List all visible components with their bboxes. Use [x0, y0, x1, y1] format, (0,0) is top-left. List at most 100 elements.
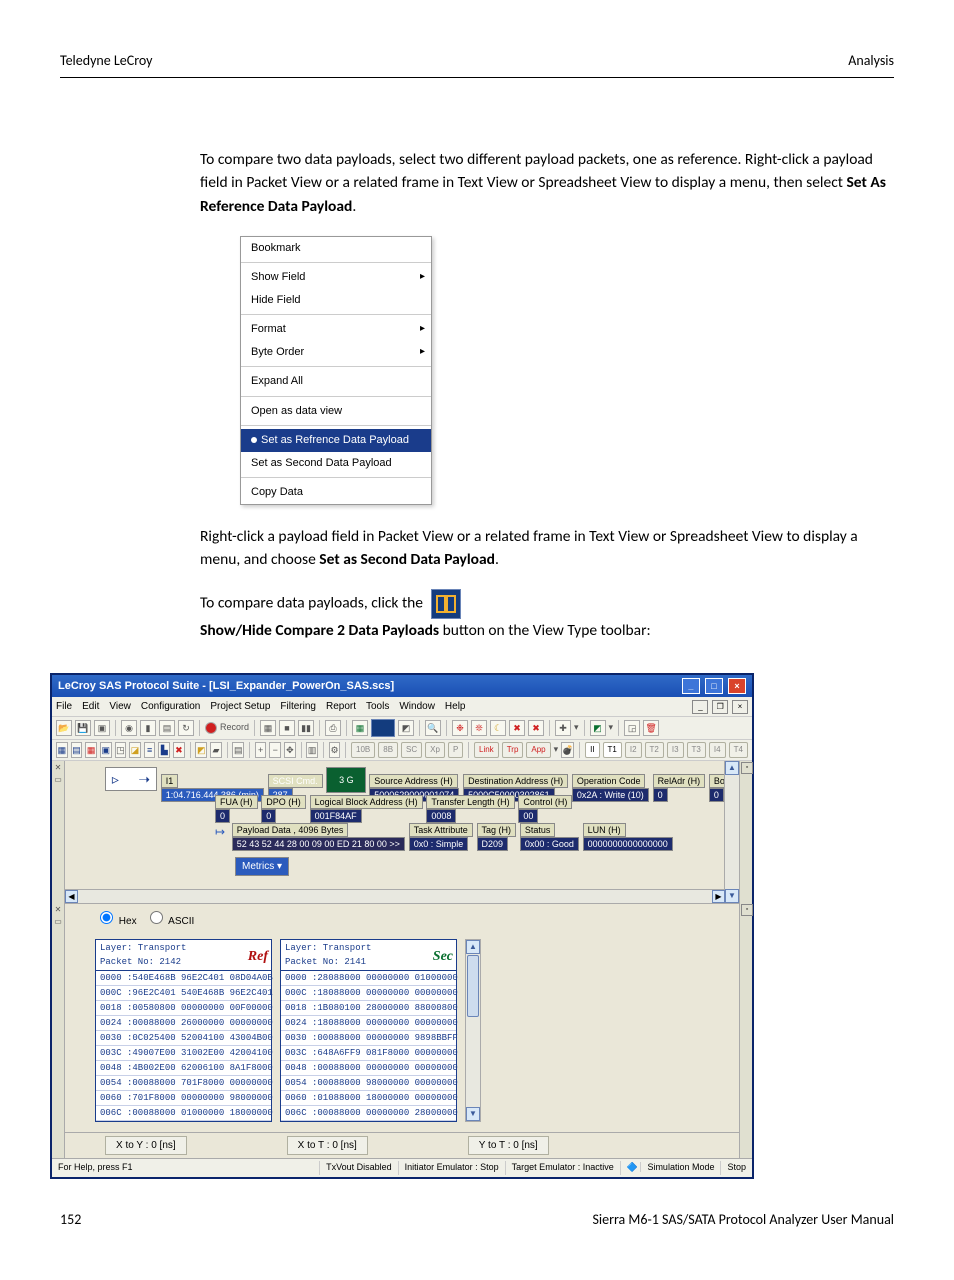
pause-icon[interactable]: ▮▮ [298, 720, 314, 736]
record-dot-icon[interactable] [205, 722, 217, 734]
tb2-j-icon[interactable]: ◩ [195, 742, 207, 758]
ctx-copy-data[interactable]: Copy Data [241, 481, 431, 504]
save-icon[interactable]: 💾 [75, 720, 91, 736]
pill-10b[interactable]: 10B [351, 742, 375, 758]
tb2-f-icon[interactable]: ◪ [129, 742, 141, 758]
pill-xp[interactable]: Xp [425, 742, 445, 758]
ctx-expand-all[interactable]: Expand All [241, 370, 431, 393]
block-icon[interactable]: ▮ [140, 720, 156, 736]
canvas-scrollbar[interactable]: ▲ ▼ [724, 761, 739, 903]
print-icon[interactable]: ⎙ [325, 720, 341, 736]
menu-tools[interactable]: Tools [366, 699, 389, 714]
menu-project-setup[interactable]: Project Setup [210, 699, 270, 714]
move-icon[interactable]: ✥ [284, 742, 296, 758]
tb2-l-icon[interactable]: ▤ [232, 742, 244, 758]
ctx-open-data-view[interactable]: Open as data view [241, 400, 431, 423]
menu-file[interactable]: File [56, 699, 72, 714]
ctx-set-second[interactable]: Set as Second Data Payload [241, 452, 431, 475]
pill-p[interactable]: P [448, 742, 463, 758]
save-as-icon[interactable]: ▣ [94, 720, 110, 736]
pill-t1[interactable]: T1 [603, 742, 622, 758]
compare-payloads-icon[interactable] [431, 589, 461, 619]
pill-t3[interactable]: T3 [687, 742, 706, 758]
canvas-hscrollbar[interactable]: ◀ ▶ [65, 889, 725, 903]
target-icon[interactable]: ◉ [121, 720, 137, 736]
find-icon[interactable]: 🔍 [425, 720, 441, 736]
radio-hex[interactable]: Hex [95, 916, 137, 927]
pill-8b[interactable]: 8B [378, 742, 398, 758]
delete-icon[interactable]: 🗑 [643, 720, 659, 736]
pill-link[interactable]: Link [474, 742, 499, 758]
pill-t2[interactable]: T2 [645, 742, 664, 758]
ctx-format[interactable]: Format [241, 318, 431, 341]
open-icon[interactable]: 📂 [56, 720, 72, 736]
refresh-icon[interactable]: ↻ [178, 720, 194, 736]
ctx-byte-order[interactable]: Byte Order [241, 341, 431, 364]
packet-arrow[interactable]: ▹ ➝ [105, 767, 157, 791]
ctx-set-reference[interactable]: Set as Refrence Data Payload [241, 429, 431, 452]
payload-arrow-icon[interactable]: ↦ [215, 823, 229, 841]
pill-t4[interactable]: T4 [729, 742, 748, 758]
pill-i4[interactable]: I4 [709, 742, 726, 758]
ctx-bookmark[interactable]: Bookmark [241, 237, 431, 260]
mdi-close-button[interactable]: × [732, 700, 748, 714]
pane-handle-top[interactable]: ✕▭ [52, 761, 65, 903]
tb-d1-icon[interactable]: ❉ [452, 720, 468, 736]
settings-icon[interactable]: ⚙ [329, 742, 341, 758]
radio-ascii[interactable]: ASCII [145, 916, 194, 927]
tb-d2-icon[interactable]: ❊ [471, 720, 487, 736]
hscroll-left-icon[interactable]: ◀ [65, 890, 78, 903]
tb2-h-icon[interactable]: ▙ [158, 742, 170, 758]
menu-report[interactable]: Report [326, 699, 356, 714]
pill-trp[interactable]: Trp [502, 742, 524, 758]
pane-pin-icon-2[interactable]: ▫ [741, 904, 753, 916]
hex-scroll-up-icon[interactable]: ▲ [466, 940, 480, 954]
zoom-in-icon[interactable]: + [255, 742, 267, 758]
tb2-d-icon[interactable]: ▣ [100, 742, 112, 758]
tb2-b-icon[interactable]: ▤ [71, 742, 83, 758]
hex-scroll-down-icon[interactable]: ▼ [466, 1107, 480, 1121]
pill-sc[interactable]: SC [401, 742, 422, 758]
zoom-out-icon[interactable]: − [269, 742, 281, 758]
scroll-up-icon[interactable]: ▲ [725, 761, 739, 775]
ctx-show-field[interactable]: Show Field [241, 266, 431, 289]
pane-handle-bottom[interactable]: ✕▭ [52, 903, 65, 1158]
close-button[interactable]: × [728, 678, 746, 694]
menu-filtering[interactable]: Filtering [280, 699, 316, 714]
pill-app[interactable]: App [526, 742, 550, 758]
tb2-m-icon[interactable]: ▥ [306, 742, 318, 758]
tb-a-icon[interactable]: ▦ [260, 720, 276, 736]
menu-help[interactable]: Help [445, 699, 466, 714]
tb2-i-icon[interactable]: ✖ [173, 742, 185, 758]
tb-e1-icon[interactable]: ✚ [555, 720, 571, 736]
hex-scrollbar[interactable]: ▲ ▼ [465, 939, 481, 1122]
menu-view[interactable]: View [109, 699, 131, 714]
pdata-value[interactable]: 52 43 52 44 28 00 09 00 ED 21 80 00 >> [232, 837, 405, 851]
pill-i3[interactable]: I3 [667, 742, 684, 758]
menu-window[interactable]: Window [399, 699, 435, 714]
maximize-button[interactable]: □ [705, 678, 723, 694]
tb-d5-icon[interactable]: ✖ [528, 720, 544, 736]
menu-edit[interactable]: Edit [82, 699, 99, 714]
doc-icon[interactable]: ▤ [159, 720, 175, 736]
tb2-e-icon[interactable]: ◳ [115, 742, 127, 758]
menu-configuration[interactable]: Configuration [141, 699, 200, 714]
stop-icon[interactable]: ■ [279, 720, 295, 736]
compare-payloads-button[interactable] [371, 719, 395, 737]
tb-c2-icon[interactable]: ◩ [398, 720, 414, 736]
tb-d4-icon[interactable]: ✖ [509, 720, 525, 736]
hex-scroll-thumb[interactable] [467, 955, 479, 1017]
metrics-button[interactable]: Metrics ▾ [235, 857, 289, 876]
hscroll-right-icon[interactable]: ▶ [712, 890, 725, 903]
tb-g1-icon[interactable]: ◲ [624, 720, 640, 736]
tb2-g-icon[interactable]: ≡ [144, 742, 156, 758]
pill-ii[interactable]: II [585, 742, 599, 758]
tb-d3-icon[interactable]: ☾ [490, 720, 506, 736]
pane-pin-icon[interactable]: ▫ [741, 762, 753, 774]
tb2-a-icon[interactable]: ▦ [56, 742, 68, 758]
bomb-icon[interactable]: 💣 [561, 742, 574, 758]
mdi-minimize-button[interactable]: _ [692, 700, 708, 714]
mdi-restore-button[interactable]: ❐ [712, 700, 728, 714]
tb-c1-icon[interactable]: ▦ [352, 720, 368, 736]
scroll-down-icon[interactable]: ▼ [725, 889, 739, 903]
